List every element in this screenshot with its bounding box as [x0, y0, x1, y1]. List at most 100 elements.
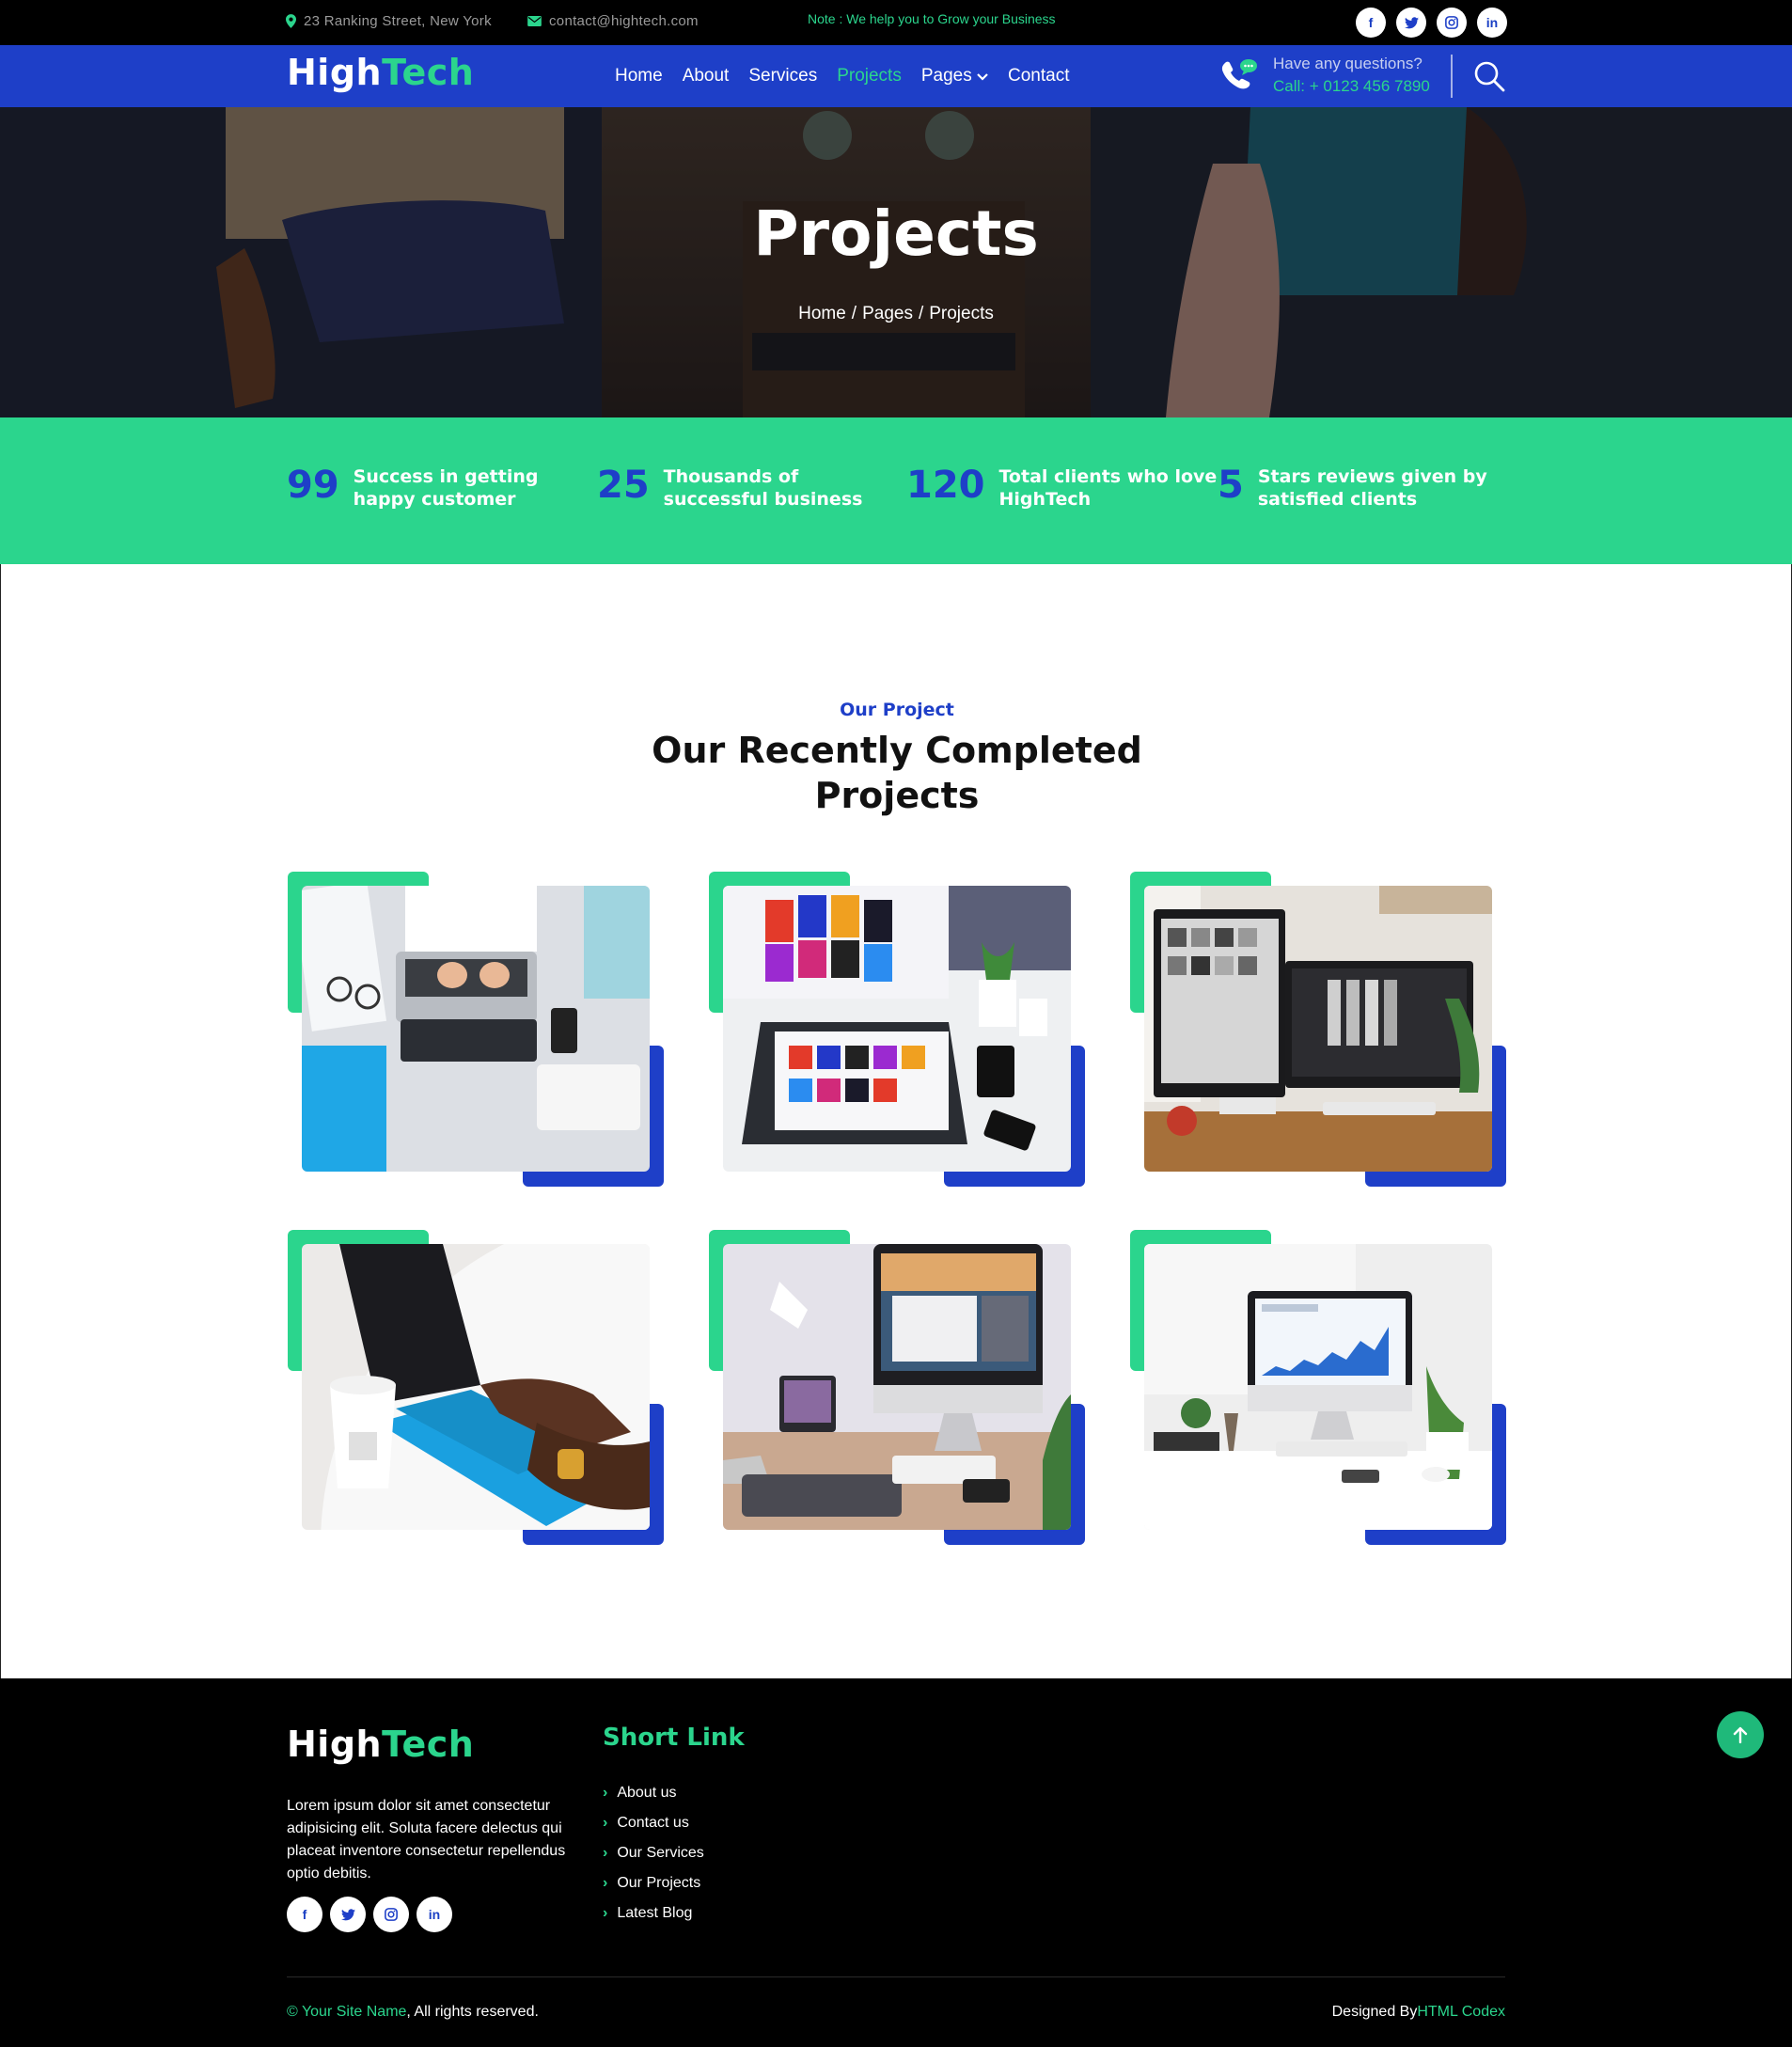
stat-item: 25 Thousands of successful business [597, 464, 899, 511]
copyright-text: , All rights reserved. [406, 2004, 539, 2020]
back-to-top-button[interactable] [1717, 1711, 1764, 1758]
project-card[interactable] [709, 1230, 1085, 1545]
footer-link-label: Latest Blog [617, 1905, 693, 1921]
chevron-down-icon [977, 73, 988, 81]
short-link-list: › About us › Contact us › Our Services › Our… [603, 1778, 704, 1929]
project-card[interactable] [288, 1230, 664, 1545]
brand-part2: Tech [382, 52, 475, 93]
project-card[interactable] [288, 872, 664, 1187]
footer-link-label: Our Projects [617, 1875, 701, 1891]
linkedin-icon[interactable]: in [417, 1897, 452, 1932]
nav-pages-label: Pages [920, 66, 972, 86]
chevron-right-icon: › [603, 1815, 608, 1831]
designer-link[interactable]: HTML Codex [1417, 2004, 1505, 2020]
project-card[interactable] [709, 872, 1085, 1187]
designed-by-text: Designed By [1331, 2004, 1418, 2020]
brand-logo[interactable]: HighTech [287, 52, 474, 93]
page-header: Projects Home / Pages / Projects [0, 107, 1792, 417]
breadcrumb-current: Projects [929, 304, 994, 323]
breadcrumb-separator: / [918, 304, 924, 323]
project-card[interactable] [1130, 1230, 1506, 1545]
email-text[interactable]: contact@hightech.com [549, 13, 699, 29]
footer-link-label: About us [617, 1785, 677, 1801]
brand-part1: High [287, 52, 383, 93]
breadcrumb-pages[interactable]: Pages [862, 304, 913, 323]
facebook-icon[interactable]: f [1356, 8, 1386, 38]
twitter-icon[interactable] [1396, 8, 1426, 38]
chevron-right-icon: › [603, 1905, 608, 1921]
nav-home[interactable]: Home [615, 66, 663, 87]
stat-item: 120 Total clients who love HighTech [906, 464, 1234, 511]
nav-about[interactable]: About [683, 66, 730, 87]
address-text: 23 Ranking Street, New York [304, 13, 492, 29]
search-icon[interactable] [1473, 60, 1505, 92]
contact-phone[interactable]: Call: + 0123 456 7890 [1273, 77, 1430, 96]
main-navbar: HighTech Home About Services Projects Pa… [0, 45, 1792, 107]
breadcrumb: Home / Pages / Projects [0, 304, 1792, 324]
top-social-links: f in [1356, 8, 1507, 38]
footer-logo[interactable]: HighTech [287, 1724, 474, 1765]
project-image-dual-monitors[interactable] [1144, 886, 1492, 1172]
instagram-icon[interactable] [373, 1897, 409, 1932]
linkedin-icon[interactable]: in [1477, 8, 1507, 38]
nav-contact[interactable]: Contact [1008, 66, 1069, 87]
stat-number: 120 [906, 464, 985, 507]
note-text: Note : We help you to Grow your Business [808, 11, 1056, 26]
map-marker-icon [286, 14, 296, 28]
footer-link-blog[interactable]: › Latest Blog [603, 1898, 704, 1929]
stats-bar: 99 Success in getting happy customer 25 … [0, 417, 1792, 564]
project-image-design-laptop[interactable] [723, 886, 1071, 1172]
arrow-up-icon [1733, 1726, 1748, 1743]
chevron-right-icon: › [603, 1845, 608, 1861]
footer-link-services[interactable]: › Our Services [603, 1838, 704, 1868]
email: contact@hightech.com [527, 13, 699, 29]
footer-link-projects[interactable]: › Our Projects [603, 1868, 704, 1898]
stat-number: 99 [287, 464, 339, 507]
stat-text: Thousands of successful business [663, 466, 863, 510]
stat-number: 25 [597, 464, 650, 507]
project-image-laptop-desk[interactable] [302, 886, 650, 1172]
footer-link-label: Contact us [617, 1815, 689, 1831]
footer-divider [287, 1976, 1505, 1977]
project-image-analytics-imac[interactable] [1144, 1244, 1492, 1530]
projects-section: Our Project Our Recently Completed Proje… [0, 564, 1792, 1678]
copyright: © Your Site Name, All rights reserved. [287, 2004, 539, 2021]
nav-divider [1451, 55, 1453, 98]
section-subtitle: Our Project [840, 700, 954, 720]
nav-menu: Home About Services Projects Pages Conta… [615, 66, 1069, 87]
stat-item: 99 Success in getting happy customer [287, 464, 589, 511]
chevron-right-icon: › [603, 1785, 608, 1801]
stat-text: Total clients who love HighTech [998, 466, 1218, 510]
footer: HighTech Lorem ipsum dolor sit amet cons… [0, 1678, 1792, 2047]
footer-social-links: f in [287, 1897, 452, 1932]
site-name-link[interactable]: Your Site Name [302, 2004, 406, 2020]
footer-link-contact[interactable]: › Contact us [603, 1808, 704, 1838]
breadcrumb-separator: / [851, 304, 857, 323]
top-bar: 23 Ranking Street, New York contact@high… [0, 0, 1792, 45]
breadcrumb-home[interactable]: Home [798, 304, 846, 323]
footer-link-about[interactable]: › About us [603, 1778, 704, 1808]
section-title: Our Recently Completed Projects [652, 730, 1142, 816]
stat-text: Success in getting happy customer [353, 466, 539, 510]
project-image-tablet-typing[interactable] [302, 1244, 650, 1530]
nav-pages-dropdown[interactable]: Pages [921, 66, 988, 87]
nav-services[interactable]: Services [748, 66, 817, 87]
project-card[interactable] [1130, 872, 1506, 1187]
instagram-icon[interactable] [1437, 8, 1467, 38]
stat-number: 5 [1218, 464, 1244, 507]
footer-link-label: Our Services [617, 1845, 704, 1861]
twitter-icon[interactable] [330, 1897, 366, 1932]
chevron-right-icon: › [603, 1875, 608, 1891]
envelope-icon [527, 16, 542, 26]
page-title: Projects [753, 197, 1039, 270]
designer-credit: Designed ByHTML Codex [1332, 2004, 1505, 2021]
project-image-imac-workspace[interactable] [723, 1244, 1071, 1530]
contact-question: Have any questions? [1273, 55, 1423, 72]
brand-part1: High [287, 1724, 383, 1765]
phone-chat-icon [1221, 59, 1257, 89]
address: 23 Ranking Street, New York [286, 13, 492, 29]
nav-projects[interactable]: Projects [837, 66, 902, 87]
stat-text: Stars reviews given by satisfied clients [1257, 466, 1487, 510]
stat-item: 5 Stars reviews given by satisfied clien… [1218, 464, 1493, 511]
facebook-icon[interactable]: f [287, 1897, 322, 1932]
